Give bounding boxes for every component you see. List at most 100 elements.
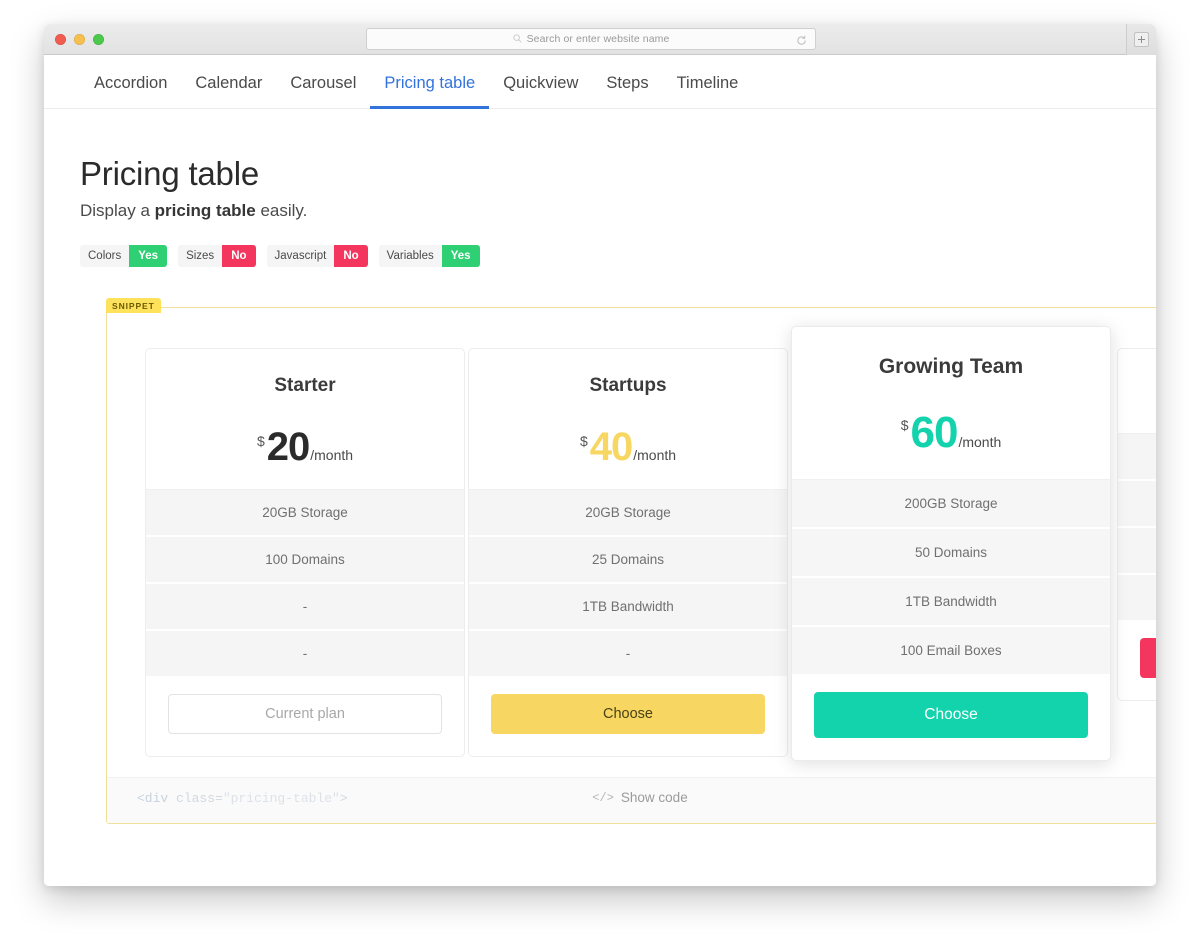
- price-amount: 20: [266, 425, 310, 469]
- price-period: /month: [633, 447, 677, 463]
- nav-item-label: Pricing table: [384, 74, 476, 92]
- address-bar[interactable]: Search or enter website name: [366, 28, 816, 50]
- plan-name: Growing Team: [878, 355, 1024, 378]
- price-amount: 60: [910, 408, 959, 457]
- plan-price: [1128, 405, 1156, 411]
- plan-feature: 25 Domains: [469, 537, 787, 584]
- tag-key: Javascript: [266, 245, 335, 267]
- new-tab-area: [1126, 24, 1156, 55]
- tag-value: Yes: [129, 245, 168, 267]
- pricing-table: Starter $ 20 /month 20GB Storage 100 Dom…: [107, 326, 1156, 761]
- nav-item-carousel[interactable]: Carousel: [276, 74, 370, 108]
- minimize-window-button[interactable]: [74, 34, 85, 45]
- plan-price: $ 40 /month: [479, 427, 777, 467]
- price-period: /month: [310, 447, 354, 463]
- snippet-badge: SNIPPET: [106, 298, 161, 313]
- browser-titlebar: Search or enter website name: [44, 24, 1156, 55]
- plan-feature: 1TB Bandwidth: [469, 584, 787, 631]
- plan-feature: -: [146, 584, 464, 631]
- plan-feature: -: [146, 631, 464, 678]
- pricing-card-growing-team: Growing Team $ 60 /month 200GB Storage 5…: [791, 326, 1111, 761]
- show-code-label: Show code: [620, 790, 688, 805]
- new-tab-button[interactable]: [1134, 32, 1149, 47]
- pricing-card-starter: Starter $ 20 /month 20GB Storage 100 Dom…: [145, 348, 465, 757]
- nav-item-accordion[interactable]: Accordion: [80, 74, 181, 108]
- plan-feature: 20GB Storage: [146, 490, 464, 537]
- choose-plan-button[interactable]: Choose: [814, 692, 1088, 738]
- subtitle-text-before: Display a: [80, 201, 155, 220]
- feature-tags: Colors Yes Sizes No Javascript No Variab…: [80, 245, 1120, 267]
- plan-feature: [1118, 481, 1156, 528]
- nav-item-calendar[interactable]: Calendar: [181, 74, 276, 108]
- subtitle-emphasis: pricing table: [154, 201, 256, 220]
- current-plan-button[interactable]: Current plan: [168, 694, 442, 734]
- pricing-card-header: [1118, 349, 1156, 434]
- nav-item-label: Timeline: [676, 74, 739, 92]
- price-amount: 40: [589, 425, 633, 469]
- tag-colors: Colors Yes: [80, 245, 168, 267]
- page-title: Pricing table: [80, 155, 259, 192]
- plan-feature: 100 Email Boxes: [792, 627, 1110, 676]
- tag-value: No: [222, 245, 256, 267]
- pricing-card-footer: Choose: [792, 676, 1110, 760]
- tag-value: No: [334, 245, 368, 267]
- nav-item-steps[interactable]: Steps: [592, 74, 662, 108]
- nav-item-timeline[interactable]: Timeline: [663, 74, 753, 108]
- window-controls: [55, 34, 104, 45]
- plan-price: $ 20 /month: [156, 427, 454, 467]
- nav-item-label: Quickview: [503, 74, 579, 92]
- choose-plan-button[interactable]: [1140, 638, 1156, 678]
- currency-symbol: $: [900, 417, 909, 433]
- snippet-box: Starter $ 20 /month 20GB Storage 100 Dom…: [106, 307, 1156, 824]
- browser-window: Search or enter website name Accordion C…: [44, 24, 1156, 886]
- main-nav: Accordion Calendar Carousel Pricing tabl…: [44, 55, 1156, 109]
- price-period: /month: [958, 434, 1002, 450]
- plan-name: Startups: [589, 375, 667, 396]
- address-input-placeholder: Search or enter website name: [526, 33, 670, 45]
- plan-feature: [1118, 528, 1156, 575]
- pricing-card-footer: Choose: [469, 678, 787, 756]
- pricing-card-footer: [1118, 622, 1156, 700]
- page-subtitle: Display a pricing table easily.: [80, 201, 1120, 221]
- code-snippet-footer: <div class="pricing-table"> </> Show cod…: [107, 777, 1156, 823]
- close-window-button[interactable]: [55, 34, 66, 45]
- nav-item-quickview[interactable]: Quickview: [489, 74, 592, 108]
- pricing-card-header: Growing Team $ 60 /month: [792, 327, 1110, 480]
- tag-key: Sizes: [178, 245, 223, 267]
- plan-feature: -: [469, 631, 787, 678]
- plan-feature: 20GB Storage: [469, 490, 787, 537]
- pricing-card-header: Startups $ 40 /month: [469, 349, 787, 490]
- search-icon: [512, 30, 522, 48]
- pricing-card-footer: Current plan: [146, 678, 464, 756]
- intro-section: Pricing table Display a pricing table ea…: [44, 109, 1156, 267]
- currency-symbol: $: [579, 433, 588, 449]
- nav-item-label: Carousel: [290, 74, 357, 92]
- pricing-card-partial: [1117, 348, 1156, 701]
- tag-key: Variables: [378, 245, 442, 267]
- plan-feature: [1118, 575, 1156, 622]
- plan-feature: 100 Domains: [146, 537, 464, 584]
- tag-variables: Variables Yes: [378, 245, 480, 267]
- reload-icon[interactable]: [796, 33, 807, 51]
- tag-key: Colors: [80, 245, 130, 267]
- plan-feature: 1TB Bandwidth: [792, 578, 1110, 627]
- nav-item-pricing-table[interactable]: Pricing table: [370, 74, 490, 109]
- page-content: Accordion Calendar Carousel Pricing tabl…: [44, 55, 1156, 886]
- plan-name: Starter: [274, 375, 336, 396]
- nav-item-label: Accordion: [94, 74, 168, 92]
- subtitle-text-after: easily.: [255, 201, 308, 220]
- tag-javascript: Javascript No: [266, 245, 368, 267]
- code-brackets-icon: </>: [592, 790, 614, 805]
- currency-symbol: $: [256, 433, 265, 449]
- snippet-container: SNIPPET Starter $ 20 /month 20GB Storage…: [64, 298, 1156, 824]
- plan-feature: [1118, 434, 1156, 481]
- tag-value: Yes: [441, 245, 480, 267]
- plan-feature: 200GB Storage: [792, 480, 1110, 529]
- choose-plan-button[interactable]: Choose: [491, 694, 765, 734]
- show-code-button[interactable]: </> Show code: [107, 790, 1156, 805]
- nav-item-label: Steps: [606, 74, 649, 92]
- pricing-card-startups: Startups $ 40 /month 20GB Storage 25 Dom…: [468, 348, 788, 757]
- plan-price: $ 60 /month: [802, 411, 1100, 455]
- maximize-window-button[interactable]: [93, 34, 104, 45]
- pricing-card-header: Starter $ 20 /month: [146, 349, 464, 490]
